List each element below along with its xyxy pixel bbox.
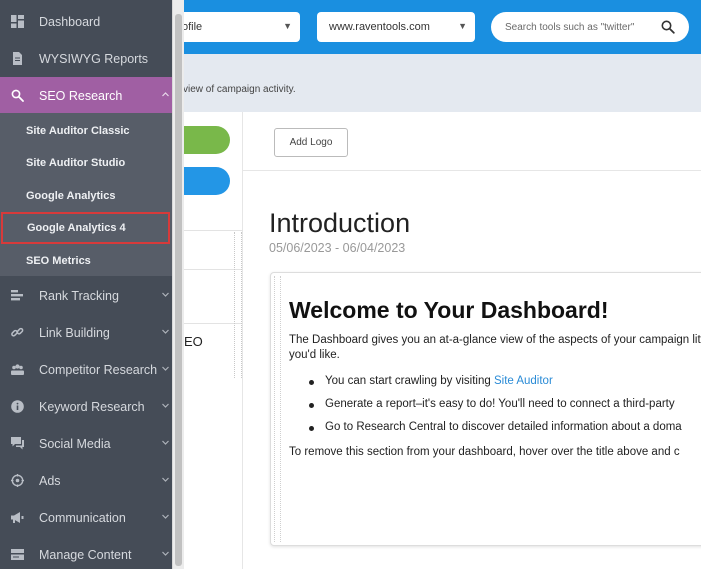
search-input[interactable] bbox=[505, 21, 655, 33]
sidebar-item-label: Social Media bbox=[39, 436, 111, 451]
sidebar-item-label: Manage Content bbox=[39, 547, 132, 562]
list-item: Generate a report–it's easy to do! You'l… bbox=[309, 398, 682, 421]
drag-handle[interactable] bbox=[234, 232, 242, 378]
sidebar-item-link-building[interactable]: Link Building bbox=[0, 314, 172, 351]
chevron-down-icon bbox=[162, 292, 169, 297]
subheader-description: view of campaign activity. bbox=[183, 84, 296, 95]
sidebar-item-communication[interactable]: Communication bbox=[0, 499, 172, 536]
row-text: EO bbox=[184, 334, 203, 349]
content-divider bbox=[243, 170, 701, 171]
seo-research-submenu: Site Auditor Classic Site Auditor Studio… bbox=[0, 113, 172, 276]
sidebar: Dashboard WYSIWYG Reports SEO Research S… bbox=[0, 0, 172, 569]
card-drag-handle[interactable] bbox=[274, 276, 281, 542]
bar-chart-icon bbox=[11, 290, 23, 301]
site-auditor-link[interactable]: Site Auditor bbox=[494, 375, 553, 387]
caret-down-icon: ▼ bbox=[458, 21, 467, 31]
site-select-value: www.raventools.com bbox=[329, 21, 430, 33]
chat-icon bbox=[11, 437, 24, 450]
submenu-item-label: Google Analytics bbox=[26, 190, 116, 202]
submenu-item-label: SEO Metrics bbox=[26, 255, 91, 267]
submenu-item-label: Site Auditor Studio bbox=[26, 157, 126, 169]
chevron-down-icon bbox=[162, 514, 169, 519]
welcome-intro: The Dashboard gives you an at-a-glance v… bbox=[289, 334, 701, 361]
dashboard-icon bbox=[11, 15, 24, 28]
sidebar-item-label: WYSIWYG Reports bbox=[39, 51, 149, 66]
document-icon bbox=[13, 52, 22, 65]
chevron-down-icon bbox=[162, 366, 169, 371]
search-icon[interactable] bbox=[661, 20, 675, 34]
submenu-item-seo-metrics[interactable]: SEO Metrics bbox=[0, 245, 172, 277]
submenu-item-google-analytics-4[interactable]: Google Analytics 4 bbox=[1, 212, 170, 244]
submenu-item-site-auditor-studio[interactable]: Site Auditor Studio bbox=[0, 147, 172, 179]
welcome-outro: To remove this section from your dashboa… bbox=[289, 446, 680, 458]
page-title: Introduction bbox=[269, 208, 411, 238]
row-divider bbox=[180, 230, 243, 231]
sidebar-scrollbar[interactable] bbox=[172, 0, 184, 569]
sidebar-item-competitor-research[interactable]: Competitor Research bbox=[0, 351, 172, 388]
people-icon bbox=[11, 364, 24, 375]
welcome-list: You can start crawling by visiting Site … bbox=[309, 375, 682, 444]
welcome-title: Welcome to Your Dashboard! bbox=[289, 297, 609, 323]
sidebar-item-social-media[interactable]: Social Media bbox=[0, 425, 172, 462]
link-icon bbox=[11, 327, 24, 337]
profile-select-value: ofile bbox=[182, 21, 203, 33]
sidebar-item-dashboard[interactable]: Dashboard bbox=[0, 3, 172, 40]
date-range: 05/06/2023 - 06/04/2023 bbox=[269, 241, 406, 255]
list-item: Go to Research Central to discover detai… bbox=[309, 421, 682, 444]
caret-down-icon: ▼ bbox=[283, 21, 292, 31]
sidebar-item-label: SEO Research bbox=[39, 88, 123, 103]
target-icon bbox=[11, 474, 24, 487]
tool-search bbox=[491, 12, 689, 42]
submenu-item-site-auditor-classic[interactable]: Site Auditor Classic bbox=[0, 115, 172, 147]
sidebar-item-label: Ads bbox=[39, 473, 61, 488]
chevron-down-icon bbox=[162, 551, 169, 556]
megaphone-icon bbox=[11, 512, 24, 523]
sidebar-item-label: Communication bbox=[39, 510, 126, 525]
chevron-down-icon bbox=[162, 440, 169, 445]
submenu-item-google-analytics[interactable]: Google Analytics bbox=[0, 180, 172, 212]
scrollbar-thumb[interactable] bbox=[175, 14, 182, 566]
list-item: You can start crawling by visiting Site … bbox=[309, 375, 682, 398]
sidebar-item-seo-research[interactable]: SEO Research bbox=[0, 77, 172, 114]
submenu-item-label: Site Auditor Classic bbox=[26, 125, 130, 137]
content-icon bbox=[11, 549, 24, 560]
add-logo-button[interactable]: Add Logo bbox=[274, 128, 348, 157]
search-icon bbox=[11, 89, 24, 102]
sidebar-item-label: Dashboard bbox=[39, 14, 101, 29]
sidebar-item-label: Competitor Research bbox=[39, 362, 158, 377]
submenu-item-label: Google Analytics 4 bbox=[27, 222, 126, 234]
sidebar-item-rank-tracking[interactable]: Rank Tracking bbox=[0, 277, 172, 314]
sidebar-item-label: Keyword Research bbox=[39, 399, 145, 414]
sidebar-item-manage-content[interactable]: Manage Content bbox=[0, 536, 172, 569]
sidebar-item-label: Link Building bbox=[39, 325, 110, 340]
chevron-down-icon bbox=[162, 329, 169, 334]
chevron-up-icon bbox=[162, 92, 169, 97]
chevron-down-icon bbox=[162, 477, 169, 482]
welcome-card: Welcome to Your Dashboard! The Dashboard… bbox=[270, 272, 701, 546]
sidebar-item-label: Rank Tracking bbox=[39, 288, 119, 303]
sidebar-item-ads[interactable]: Ads bbox=[0, 462, 172, 499]
sidebar-item-keyword-research[interactable]: Keyword Research bbox=[0, 388, 172, 425]
sidebar-item-wysiwyg-reports[interactable]: WYSIWYG Reports bbox=[0, 40, 172, 77]
site-select[interactable]: www.raventools.com ▼ bbox=[317, 12, 475, 42]
info-icon bbox=[11, 400, 24, 413]
chevron-down-icon bbox=[162, 403, 169, 408]
